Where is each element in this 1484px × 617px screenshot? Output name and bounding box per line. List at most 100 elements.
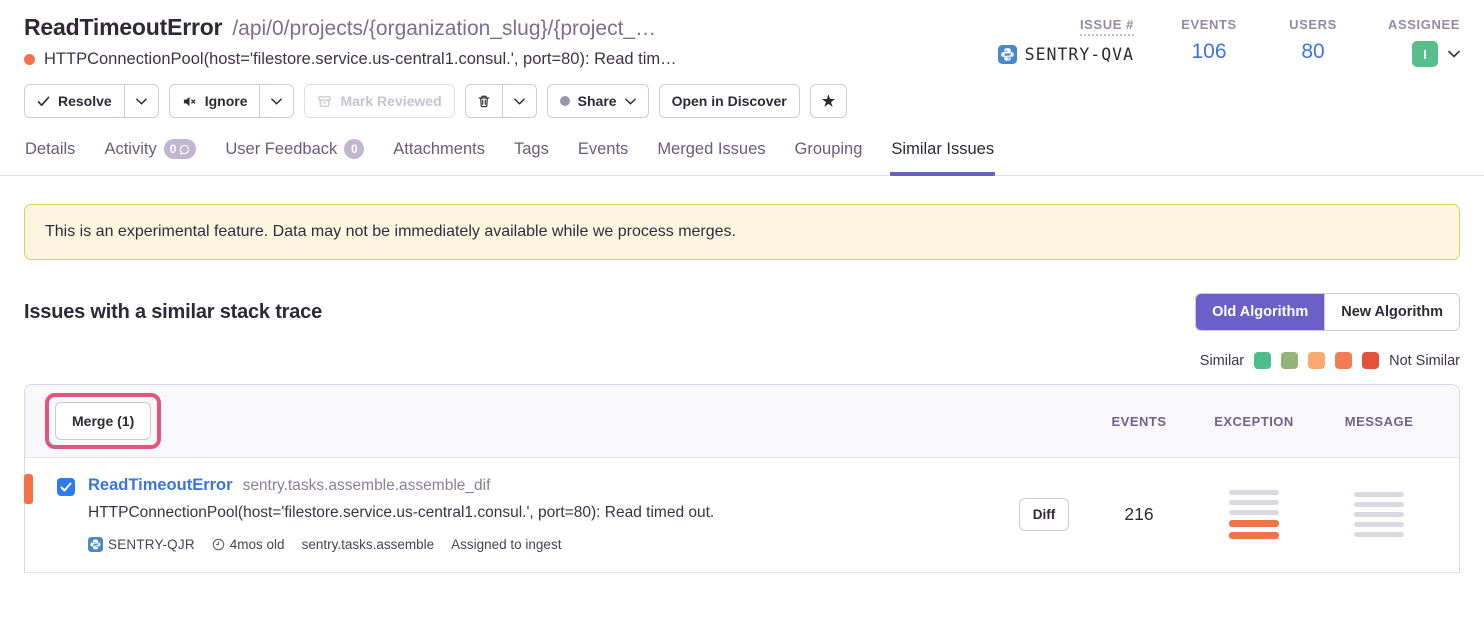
mark-reviewed-button-group: Mark Reviewed xyxy=(304,84,454,118)
ignore-button[interactable]: Ignore xyxy=(170,85,260,117)
issue-stats: ISSUE # SENTRY-QVA EVENTS 106 USERS 80 xyxy=(998,14,1460,67)
meta-age: 4mos old xyxy=(212,537,285,552)
tab-activity[interactable]: Activity 0 xyxy=(103,131,197,176)
ignore-button-group: Ignore xyxy=(169,84,295,118)
resolve-button[interactable]: Resolve xyxy=(25,85,124,117)
merge-button-highlight: Merge (1) xyxy=(45,393,161,449)
issue-page: ReadTimeoutError /api/0/projects/{organi… xyxy=(0,0,1484,573)
tab-user-feedback[interactable]: User Feedback 0 xyxy=(224,131,365,176)
column-spacer xyxy=(999,414,1089,429)
tab-label: User Feedback xyxy=(225,140,337,159)
age-text: 4mos old xyxy=(230,537,285,552)
resolve-dropdown-button[interactable] xyxy=(124,85,158,117)
user-feedback-count-badge: 0 xyxy=(344,139,364,159)
mark-reviewed-button[interactable]: Mark Reviewed xyxy=(305,85,453,117)
tab-merged-issues[interactable]: Merged Issues xyxy=(656,131,766,176)
chevron-down-icon xyxy=(271,98,282,105)
delete-button[interactable] xyxy=(466,85,502,117)
banner-text: This is an experimental feature. Data ma… xyxy=(45,223,736,241)
issue-tabs-bar: Details Activity 0 User Feedback 0 Attac… xyxy=(0,131,1484,176)
mute-icon xyxy=(182,94,197,109)
tab-label: Details xyxy=(25,140,75,159)
tab-attachments[interactable]: Attachments xyxy=(392,131,486,176)
column-header-exception: EXCEPTION xyxy=(1189,414,1319,429)
issue-header: ReadTimeoutError /api/0/projects/{organi… xyxy=(24,14,1460,69)
check-icon xyxy=(37,96,50,107)
tab-label: Events xyxy=(578,140,628,159)
bookmark-button-group: ★ xyxy=(810,84,847,118)
status-dot-icon xyxy=(560,96,570,106)
share-button[interactable]: Share xyxy=(548,85,648,117)
chevron-down-icon xyxy=(625,98,636,105)
tab-label: Tags xyxy=(514,140,549,159)
similarity-bar-gray xyxy=(1229,490,1279,495)
ignore-button-label: Ignore xyxy=(205,93,248,109)
table-header: Merge (1) EVENTS EXCEPTION MESSAGE xyxy=(25,385,1459,458)
similar-issues-table: Merge (1) EVENTS EXCEPTION MESSAGE xyxy=(24,384,1460,573)
section-title: Issues with a similar stack trace xyxy=(24,301,322,324)
users-count[interactable]: 80 xyxy=(1301,41,1324,62)
similarity-bar-gray xyxy=(1354,532,1404,537)
message-similarity-bars xyxy=(1354,492,1404,537)
similar-issue-row: ReadTimeoutError sentry.tasks.assemble.a… xyxy=(25,458,1459,573)
tab-details[interactable]: Details xyxy=(24,131,76,176)
python-platform-icon xyxy=(88,537,103,552)
tab-label: Activity xyxy=(104,140,156,159)
row-columns: Diff 216 xyxy=(999,490,1439,539)
similar-issue-message: HTTPConnectionPool(host='filestore.servi… xyxy=(88,504,714,522)
check-icon xyxy=(60,482,72,492)
similarity-legend: Similar Not Similar xyxy=(24,352,1460,369)
tab-similar-issues[interactable]: Similar Issues xyxy=(890,131,995,176)
stat-users: USERS 80 xyxy=(1284,17,1342,67)
events-label: EVENTS xyxy=(1181,17,1237,32)
open-in-discover-label: Open in Discover xyxy=(672,93,787,109)
stat-issue-id: ISSUE # SENTRY-QVA xyxy=(998,17,1134,67)
issue-title: ReadTimeoutError xyxy=(24,14,222,41)
tab-label: Grouping xyxy=(795,140,863,159)
users-label: USERS xyxy=(1289,17,1337,32)
new-algorithm-button[interactable]: New Algorithm xyxy=(1324,294,1459,330)
legend-swatch xyxy=(1335,352,1352,369)
similar-issues-section: Issues with a similar stack trace Old Al… xyxy=(24,293,1460,573)
ignore-dropdown-button[interactable] xyxy=(259,85,293,117)
legend-similar-label: Similar xyxy=(1200,353,1244,369)
issue-number-label: ISSUE # xyxy=(1080,17,1134,36)
error-level-dot-icon xyxy=(24,54,35,65)
open-in-discover-button[interactable]: Open in Discover xyxy=(660,85,799,117)
star-icon: ★ xyxy=(822,94,835,109)
share-button-group: Share xyxy=(547,84,649,118)
column-header-message: MESSAGE xyxy=(1319,414,1439,429)
speech-bubble-icon xyxy=(179,144,190,155)
resolve-button-group: Resolve xyxy=(24,84,159,118)
error-level-bar xyxy=(24,474,33,504)
tab-grouping[interactable]: Grouping xyxy=(794,131,864,176)
chevron-down-icon[interactable] xyxy=(1448,50,1460,58)
merge-button[interactable]: Merge (1) xyxy=(55,402,151,440)
diff-button[interactable]: Diff xyxy=(1019,498,1070,531)
share-button-label: Share xyxy=(578,93,617,109)
legend-swatch xyxy=(1254,352,1271,369)
tab-events[interactable]: Events xyxy=(577,131,629,176)
similarity-bar-gray xyxy=(1354,512,1404,517)
old-algorithm-button[interactable]: Old Algorithm xyxy=(1196,294,1324,330)
assignee-avatar[interactable]: I xyxy=(1412,41,1438,67)
tab-tags[interactable]: Tags xyxy=(513,131,550,176)
similarity-bar-gray xyxy=(1354,522,1404,527)
legend-not-similar-label: Not Similar xyxy=(1389,353,1460,369)
issue-checkbox[interactable] xyxy=(57,478,75,496)
clock-icon xyxy=(212,538,225,551)
tab-label: Attachments xyxy=(393,140,485,159)
issue-id-value: SENTRY-QVA xyxy=(998,45,1134,64)
badge-count: 0 xyxy=(170,142,177,156)
chevron-down-icon xyxy=(136,98,147,105)
similarity-bar-gray xyxy=(1354,502,1404,507)
chevron-down-icon xyxy=(514,98,525,105)
similarity-legend-swatches xyxy=(1254,352,1379,369)
delete-dropdown-button[interactable] xyxy=(502,85,536,117)
meta-assigned: Assigned to ingest xyxy=(451,537,561,552)
similar-issue-title-link[interactable]: ReadTimeoutError xyxy=(88,476,233,495)
similarity-bar-gray xyxy=(1229,510,1279,515)
events-count[interactable]: 106 xyxy=(1191,41,1226,62)
bookmark-button[interactable]: ★ xyxy=(811,85,846,117)
assignee-selector[interactable]: I xyxy=(1412,41,1460,67)
